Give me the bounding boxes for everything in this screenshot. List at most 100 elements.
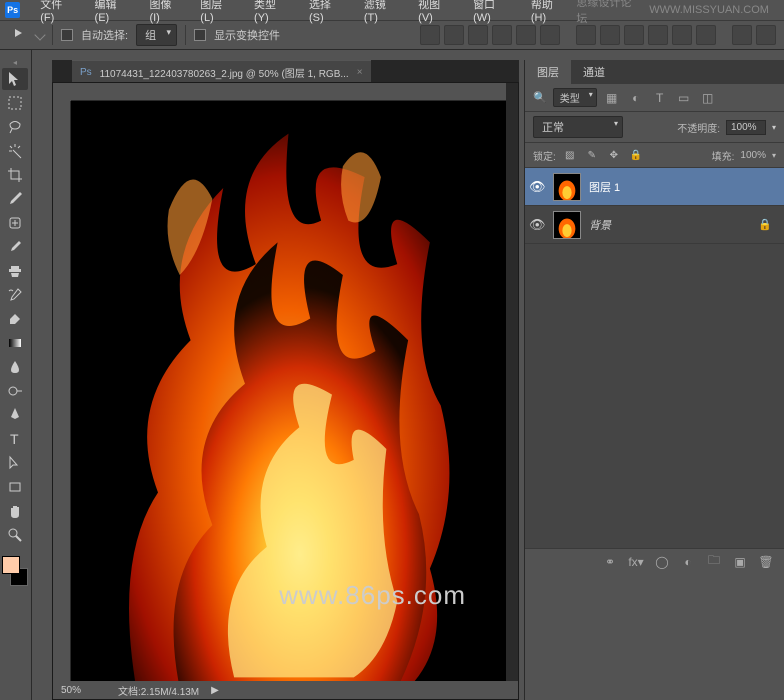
- magic-wand-tool[interactable]: [2, 140, 28, 162]
- 3d-mode-icon[interactable]: [756, 25, 776, 45]
- path-selection-tool[interactable]: [2, 452, 28, 474]
- auto-select-checkbox[interactable]: [61, 29, 73, 41]
- menu-select[interactable]: 选择(S): [299, 0, 354, 26]
- tab-layers[interactable]: 图层: [525, 60, 571, 84]
- menu-type[interactable]: 类型(Y): [244, 0, 299, 26]
- blend-mode-row: 正常 不透明度: 100% ▾: [525, 112, 784, 143]
- show-transform-checkbox[interactable]: [194, 29, 206, 41]
- marquee-tool[interactable]: [2, 92, 28, 114]
- lock-label: 锁定:: [533, 148, 556, 163]
- document-frame: www.86ps.com 50% 文档:2.15M/4.13M ▶: [52, 82, 519, 700]
- dodge-tool[interactable]: [2, 380, 28, 402]
- lock-position-icon[interactable]: ✥: [606, 147, 622, 163]
- layer-thumbnail[interactable]: [553, 211, 581, 239]
- filter-type-icon[interactable]: T: [651, 89, 669, 107]
- lock-image-icon[interactable]: ✎: [584, 147, 600, 163]
- delete-layer-icon[interactable]: 🗑: [758, 554, 774, 570]
- layer-item-1[interactable]: 👁 图层 1: [525, 168, 784, 206]
- layers-panel: 图层 通道 🔍 类型 ▦ ◐ T ▭ ◫ 正常 不透明度: 100% ▾ 锁定:: [524, 60, 784, 700]
- ruler-corner: [53, 83, 71, 101]
- filter-shape-icon[interactable]: ▭: [675, 89, 693, 107]
- distribute-bottom-icon[interactable]: [624, 25, 644, 45]
- align-left-icon[interactable]: [492, 25, 512, 45]
- eraser-tool[interactable]: [2, 308, 28, 330]
- menu-file[interactable]: 文件(F): [30, 0, 84, 26]
- type-tool[interactable]: T: [2, 428, 28, 450]
- svg-text:T: T: [10, 431, 19, 447]
- align-hcenter-icon[interactable]: [516, 25, 536, 45]
- tool-preset-dropdown[interactable]: [34, 29, 45, 40]
- gradient-tool[interactable]: [2, 332, 28, 354]
- adjustment-layer-icon[interactable]: ◐: [680, 554, 696, 570]
- opacity-dropdown-icon[interactable]: ▾: [772, 123, 776, 132]
- distribute-top-icon[interactable]: [576, 25, 596, 45]
- distribute-left-icon[interactable]: [648, 25, 668, 45]
- lasso-tool[interactable]: [2, 116, 28, 138]
- layer-thumbnail[interactable]: [553, 173, 581, 201]
- pen-tool[interactable]: [2, 404, 28, 426]
- move-tool[interactable]: [2, 68, 28, 90]
- clone-stamp-tool[interactable]: [2, 260, 28, 282]
- panel-tabs: 图层 通道: [525, 60, 784, 84]
- menu-window[interactable]: 窗口(W): [463, 0, 521, 26]
- history-brush-tool[interactable]: [2, 284, 28, 306]
- zoom-tool[interactable]: [2, 524, 28, 546]
- distribute-right-icon[interactable]: [696, 25, 716, 45]
- visibility-icon[interactable]: 👁: [529, 179, 545, 195]
- layer-name[interactable]: 图层 1: [589, 179, 780, 195]
- visibility-icon[interactable]: 👁: [529, 217, 545, 233]
- blend-mode-select[interactable]: 正常: [533, 116, 623, 138]
- layer-style-icon[interactable]: fx▾: [628, 554, 644, 570]
- auto-align-icon[interactable]: [732, 25, 752, 45]
- canvas[interactable]: www.86ps.com: [71, 101, 506, 681]
- opacity-value[interactable]: 100%: [726, 120, 766, 135]
- layer-mask-icon[interactable]: ◯: [654, 554, 670, 570]
- lock-transparency-icon[interactable]: ▨: [562, 147, 578, 163]
- filter-type-select[interactable]: 类型: [553, 88, 597, 107]
- document-tab[interactable]: Ps 11074431_122403780263_2.jpg @ 50% (图层…: [72, 60, 371, 84]
- menu-layer[interactable]: 图层(L): [190, 0, 244, 26]
- filter-image-icon[interactable]: ▦: [603, 89, 621, 107]
- vertical-ruler[interactable]: [53, 101, 71, 681]
- link-layers-icon[interactable]: ⚭: [602, 554, 618, 570]
- tab-channels[interactable]: 通道: [571, 60, 617, 84]
- menu-filter[interactable]: 滤镜(T): [354, 0, 408, 26]
- layer-item-background[interactable]: 👁 背景 🔒: [525, 206, 784, 244]
- foreground-color[interactable]: [2, 556, 20, 574]
- color-swatches[interactable]: [2, 556, 28, 586]
- distribute-vcenter-icon[interactable]: [600, 25, 620, 45]
- menu-bar: Ps 文件(F) 编辑(E) 图像(I) 图层(L) 类型(Y) 选择(S) 滤…: [0, 0, 784, 20]
- align-bottom-icon[interactable]: [468, 25, 488, 45]
- horizontal-ruler[interactable]: [71, 83, 506, 101]
- fill-dropdown-icon[interactable]: ▾: [772, 151, 776, 160]
- new-group-icon[interactable]: 🗀: [706, 554, 722, 570]
- document-title: 11074431_122403780263_2.jpg @ 50% (图层 1,…: [100, 65, 349, 80]
- menu-help[interactable]: 帮助(H): [521, 0, 576, 26]
- doc-info-arrow-icon[interactable]: ▶: [211, 685, 219, 696]
- eyedropper-tool[interactable]: [2, 188, 28, 210]
- zoom-level[interactable]: 50%: [61, 685, 106, 696]
- auto-select-type[interactable]: 组: [136, 24, 177, 46]
- fill-value[interactable]: 100%: [740, 150, 766, 161]
- menu-edit[interactable]: 编辑(E): [85, 0, 140, 26]
- lock-all-icon[interactable]: 🔒: [628, 147, 644, 163]
- layer-name[interactable]: 背景: [589, 217, 750, 233]
- toolbox-handle[interactable]: [2, 58, 28, 66]
- distribute-hcenter-icon[interactable]: [672, 25, 692, 45]
- healing-brush-tool[interactable]: [2, 212, 28, 234]
- brush-tool[interactable]: [2, 236, 28, 258]
- filter-adjust-icon[interactable]: ◐: [627, 89, 645, 107]
- watermark-text: www.86ps.com: [279, 580, 466, 611]
- align-vcenter-icon[interactable]: [444, 25, 464, 45]
- menu-image[interactable]: 图像(I): [139, 0, 190, 26]
- rectangle-tool[interactable]: [2, 476, 28, 498]
- hand-tool[interactable]: [2, 500, 28, 522]
- close-document-icon[interactable]: ×: [357, 67, 363, 78]
- blur-tool[interactable]: [2, 356, 28, 378]
- filter-smart-icon[interactable]: ◫: [699, 89, 717, 107]
- new-layer-icon[interactable]: ▣: [732, 554, 748, 570]
- align-right-icon[interactable]: [540, 25, 560, 45]
- align-top-icon[interactable]: [420, 25, 440, 45]
- menu-view[interactable]: 视图(V): [408, 0, 463, 26]
- crop-tool[interactable]: [2, 164, 28, 186]
